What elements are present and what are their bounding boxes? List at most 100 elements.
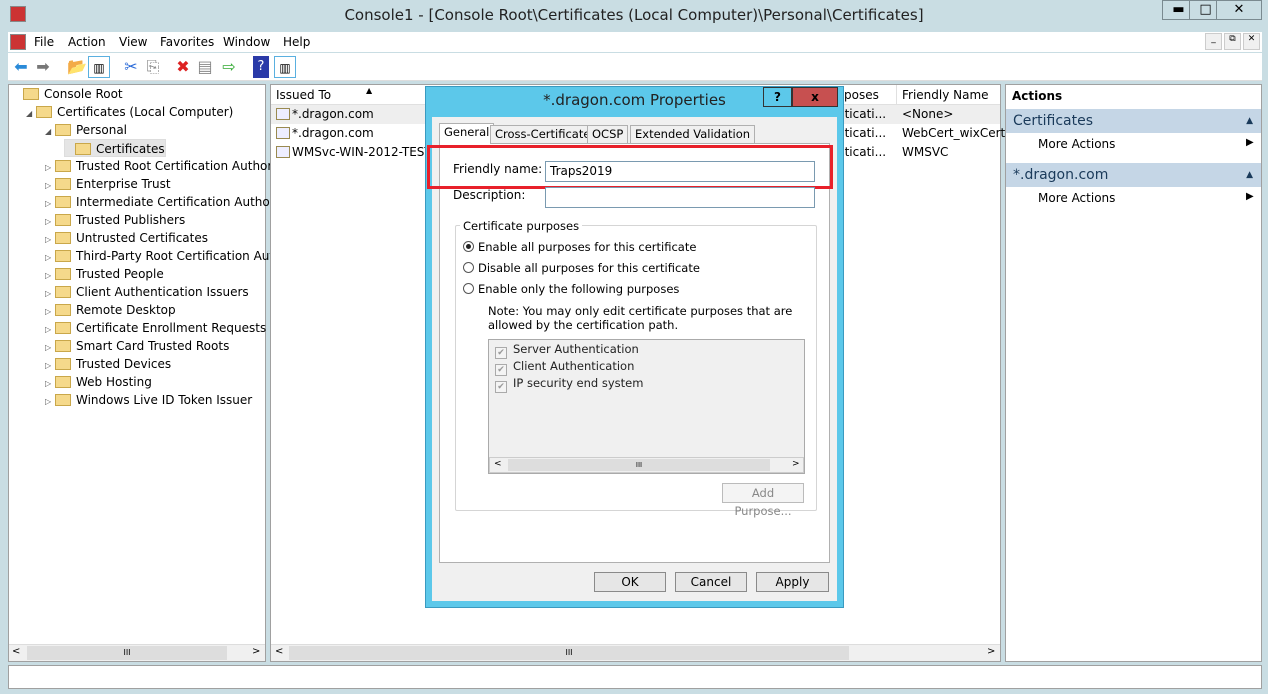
tab-ocsp[interactable]: OCSP <box>587 125 629 144</box>
tree-item[interactable]: ▷ Trusted Root Certification Authorities <box>45 157 297 175</box>
tree-item[interactable]: ◢ Personal <box>45 121 127 139</box>
scroll-left-icon[interactable]: < <box>12 646 20 657</box>
tree-item[interactable]: ▷ Enterprise Trust <box>45 175 171 193</box>
close-button[interactable]: ✕ <box>1216 0 1262 20</box>
tab-cross-certificates[interactable]: Cross-Certificates <box>490 125 602 144</box>
folder-icon <box>55 124 71 136</box>
tree-item[interactable]: ▷ Trusted People <box>45 265 164 283</box>
column-intended-purposes[interactable]: poses <box>839 85 879 105</box>
tab-general[interactable]: General <box>439 123 495 144</box>
tree-item[interactable]: ▷ Certificate Enrollment Requests <box>45 319 266 337</box>
menu-action[interactable]: Action <box>68 35 106 49</box>
radio-enable-all[interactable]: Enable all purposes for this certificate <box>463 240 696 254</box>
mdi-restore-button[interactable]: ⧉ <box>1224 33 1241 50</box>
tree-item[interactable]: ▷ Intermediate Certification Authorities <box>45 193 300 211</box>
dialog-close-button[interactable]: x <box>792 87 838 107</box>
actions-section-dragon[interactable]: *.dragon.com ▲ <box>1006 163 1261 187</box>
add-purpose-button[interactable]: Add Purpose... <box>722 483 804 518</box>
scroll-left-icon[interactable]: < <box>494 459 502 469</box>
expander-icon[interactable]: ◢ <box>26 105 36 123</box>
scroll-thumb[interactable]: III <box>289 646 849 660</box>
tree-item[interactable]: Certificates <box>64 139 166 157</box>
scroll-right-icon[interactable]: > <box>252 646 260 657</box>
tree-item[interactable]: Console Root <box>13 85 123 103</box>
scroll-thumb[interactable]: III <box>27 646 227 660</box>
cell-friendly-name[interactable]: WebCert_wixCert_1 <box>902 124 1019 143</box>
folder-icon <box>23 88 39 100</box>
tree-item[interactable]: ▷ Web Hosting <box>45 373 152 391</box>
cut-icon[interactable]: ✂ <box>120 56 142 78</box>
show-hide-action-pane-icon[interactable]: ▥ <box>274 56 296 78</box>
radio-icon[interactable] <box>463 262 474 273</box>
properties-icon[interactable]: ▤ <box>194 56 216 78</box>
menu-help[interactable]: Help <box>283 35 310 49</box>
purpose-ip-security[interactable]: ✔ IP security end system <box>495 376 643 393</box>
help-icon[interactable]: ? <box>253 56 269 78</box>
checkbox-icon[interactable]: ✔ <box>495 347 507 359</box>
collapse-icon[interactable]: ▲ <box>1246 109 1253 133</box>
radio-icon[interactable] <box>463 241 474 252</box>
scroll-left-icon[interactable]: < <box>275 646 283 657</box>
dialog-help-button[interactable]: ? <box>763 87 792 107</box>
menu-window[interactable]: Window <box>223 35 270 49</box>
mdi-minimize-button[interactable]: _ <box>1205 33 1222 50</box>
radio-icon[interactable] <box>463 283 474 294</box>
export-list-icon[interactable]: ⇨ <box>218 56 240 78</box>
tree-item[interactable]: ▷ Untrusted Certificates <box>45 229 208 247</box>
column-issued-to[interactable]: Issued To <box>271 85 331 105</box>
apply-button[interactable]: Apply <box>756 572 829 592</box>
scroll-thumb[interactable]: III <box>508 459 770 471</box>
menu-file[interactable]: File <box>34 35 54 49</box>
forward-icon[interactable]: ➡ <box>32 56 54 78</box>
description-input[interactable] <box>545 187 815 208</box>
tree-item[interactable]: ▷ Trusted Publishers <box>45 211 185 229</box>
up-folder-icon[interactable]: 📂 <box>66 56 88 78</box>
checkbox-icon[interactable]: ✔ <box>495 364 507 376</box>
cell-purposes[interactable]: nticati... <box>837 143 886 162</box>
tree-item-label: Web Hosting <box>76 375 152 389</box>
cell-friendly-name[interactable]: WMSVC <box>902 143 948 162</box>
more-actions-dragon[interactable]: More Actions <box>1038 191 1115 205</box>
list-horizontal-scrollbar[interactable]: < III > <box>271 644 1000 661</box>
purposes-horizontal-scrollbar[interactable]: < III > <box>489 457 804 473</box>
menu-view[interactable]: View <box>119 35 147 49</box>
scroll-right-icon[interactable]: > <box>792 459 800 469</box>
certificate-icon <box>276 108 290 120</box>
cell-friendly-name[interactable]: <None> <box>902 105 953 124</box>
collapse-icon[interactable]: ▲ <box>1246 163 1253 187</box>
cell-purposes[interactable]: nticati... <box>837 105 886 124</box>
tree-item[interactable]: ▷ Trusted Devices <box>45 355 171 373</box>
tree-item[interactable]: ◢ Certificates (Local Computer) <box>26 103 233 121</box>
delete-icon[interactable]: ✖ <box>172 56 194 78</box>
menu-favorites[interactable]: Favorites <box>160 35 214 49</box>
table-row[interactable]: *.dragon.com <box>276 124 374 143</box>
table-row[interactable]: WMSvc-WIN-2012-TEST <box>276 143 432 162</box>
expander-icon[interactable]: ◢ <box>45 123 55 141</box>
radio-enable-only[interactable]: Enable only the following purposes <box>463 282 679 296</box>
actions-section-certificates[interactable]: Certificates ▲ <box>1006 109 1261 133</box>
friendly-name-input[interactable]: Traps2019 <box>545 161 815 182</box>
ok-button[interactable]: OK <box>594 572 666 592</box>
tree-item[interactable]: ▷ Smart Card Trusted Roots <box>45 337 229 355</box>
more-actions-certificates[interactable]: More Actions <box>1038 137 1115 151</box>
mdi-close-button[interactable]: ✕ <box>1243 33 1260 50</box>
checkbox-icon[interactable]: ✔ <box>495 381 507 393</box>
scroll-right-icon[interactable]: > <box>987 646 995 657</box>
radio-disable-all[interactable]: Disable all purposes for this certificat… <box>463 261 700 275</box>
tab-extended-validation[interactable]: Extended Validation <box>630 125 756 144</box>
table-row[interactable]: *.dragon.com <box>276 105 374 124</box>
tree-horizontal-scrollbar[interactable]: < III > <box>9 644 265 661</box>
cell-purposes[interactable]: nticati... <box>837 124 886 143</box>
purpose-server-auth[interactable]: ✔ Server Authentication <box>495 342 639 359</box>
column-friendly-name[interactable]: Friendly Name <box>896 85 989 105</box>
cancel-button[interactable]: Cancel <box>675 572 747 592</box>
tree-item[interactable]: ▷ Remote Desktop <box>45 301 176 319</box>
purpose-client-auth[interactable]: ✔ Client Authentication <box>495 359 634 376</box>
tree-item[interactable]: ▷ Windows Live ID Token Issuer <box>45 391 252 409</box>
tree-item[interactable]: ▷ Client Authentication Issuers <box>45 283 249 301</box>
back-icon[interactable]: ⬅ <box>10 56 32 78</box>
copy-icon[interactable]: ⎘ <box>142 56 164 78</box>
show-hide-tree-icon[interactable]: ▥ <box>88 56 110 78</box>
expander-icon[interactable]: ▷ <box>45 393 55 411</box>
sort-ascending-icon: ▲ <box>366 86 373 95</box>
